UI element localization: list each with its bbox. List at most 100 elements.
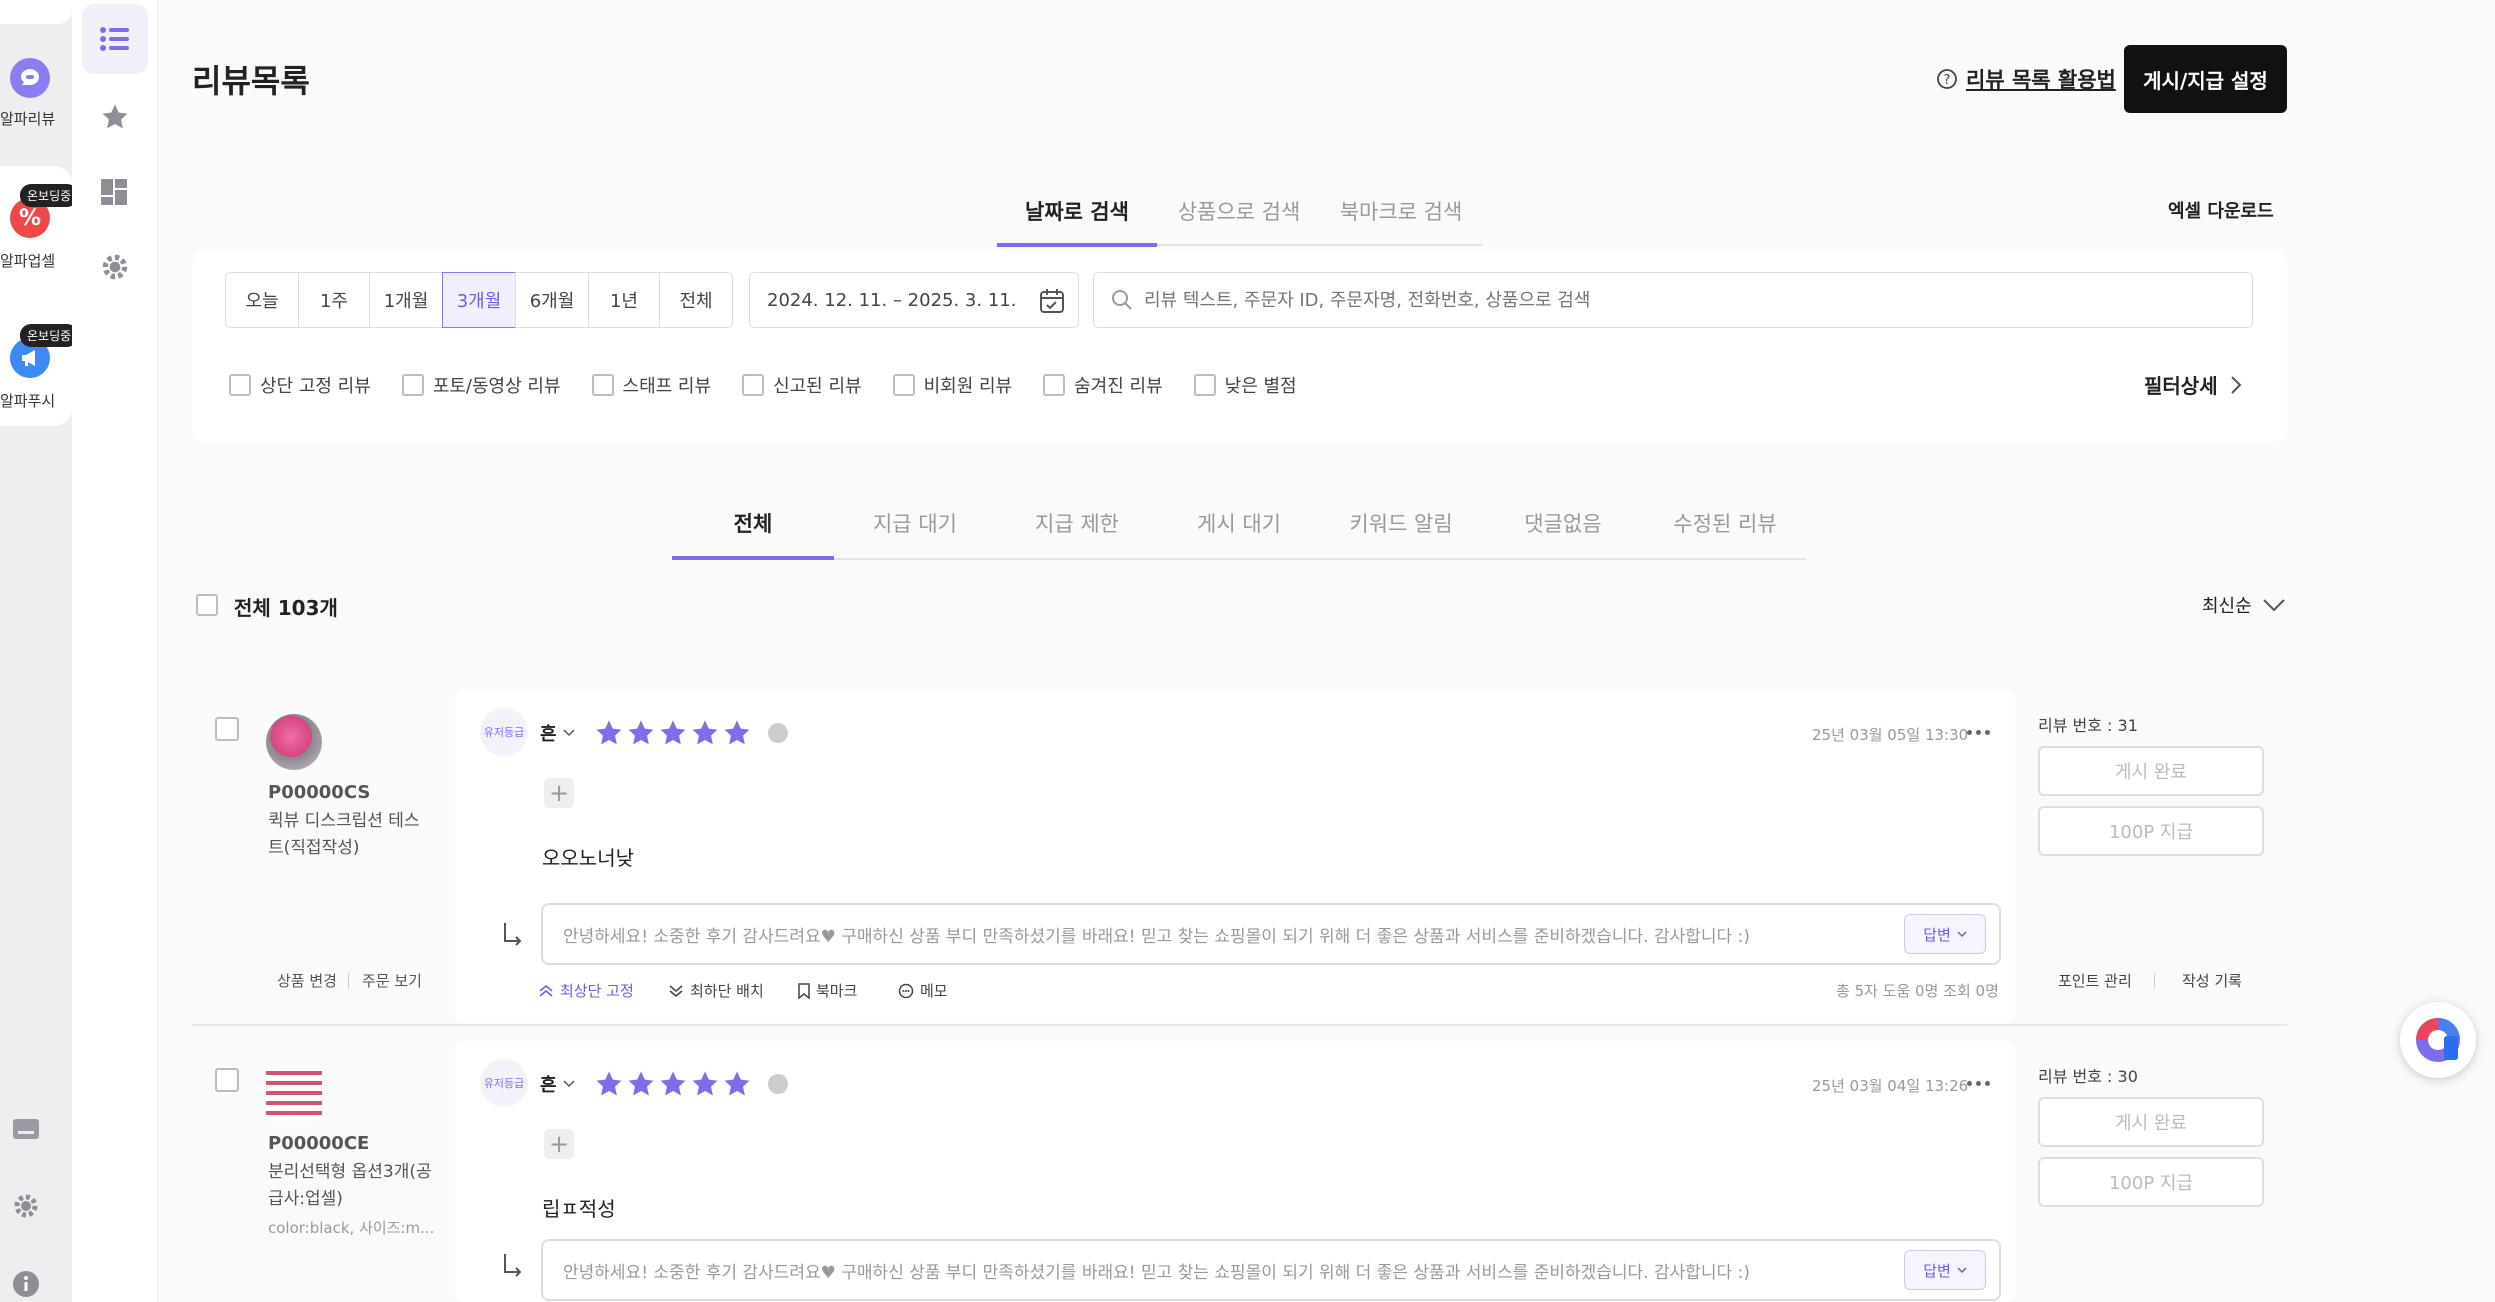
sort-dropdown[interactable]: 최신순 bbox=[2202, 592, 2286, 618]
filter-label: 상단 고정 리뷰 bbox=[260, 376, 371, 397]
action-label: 북마크 bbox=[816, 982, 858, 1000]
point-pay-button[interactable]: 100P 지급 bbox=[2038, 806, 2264, 856]
tab-no-comment[interactable]: 댓글없음 bbox=[1482, 508, 1644, 538]
filter-staff[interactable]: 스태프 리뷰 bbox=[591, 372, 712, 398]
add-media-button[interactable]: + bbox=[544, 1129, 574, 1159]
filter-low-rating[interactable]: 낮은 별점 bbox=[1193, 372, 1297, 398]
reply-input[interactable]: 안녕하세요! 소중한 후기 감사드려요♥ 구매하신 상품 부디 만족하셨기를 바… bbox=[541, 1239, 2001, 1301]
filter-detail-button[interactable]: 필터상세 bbox=[2144, 370, 2242, 399]
point-pay-button[interactable]: 100P 지급 bbox=[2038, 1157, 2264, 1207]
reply-template-button[interactable]: 답변 bbox=[1904, 914, 1986, 954]
period-today[interactable]: 오늘 bbox=[225, 272, 299, 328]
product-name-line: 트(직접작성) bbox=[268, 838, 360, 858]
publish-complete-button[interactable]: 게시 완료 bbox=[2038, 746, 2264, 796]
dashboard-icon[interactable] bbox=[100, 178, 128, 210]
period-6month[interactable]: 6개월 bbox=[515, 272, 589, 328]
rail-item-alpha-review[interactable] bbox=[8, 58, 52, 98]
filter-checkbox-row: 상단 고정 리뷰 포토/동영상 리뷰 스태프 리뷰 신고된 리뷰 비회원 리뷰 … bbox=[229, 372, 1297, 398]
star-icon[interactable] bbox=[100, 102, 130, 136]
reply-template-button[interactable]: 답변 bbox=[1904, 1250, 1986, 1290]
reply-button-label: 답변 bbox=[1923, 1261, 1951, 1280]
tab-all[interactable]: 전체 bbox=[672, 508, 834, 538]
star-icon bbox=[628, 720, 654, 745]
publish-complete-button[interactable]: 게시 완료 bbox=[2038, 1097, 2264, 1147]
filter-label: 비회원 리뷰 bbox=[923, 376, 1013, 397]
info-icon[interactable] bbox=[12, 1270, 40, 1302]
product-thumbnail[interactable] bbox=[266, 1065, 322, 1121]
memo-button[interactable]: 메모 bbox=[898, 980, 948, 1001]
chevron-down-icon bbox=[563, 729, 575, 737]
tab-payment-pending[interactable]: 지급 대기 bbox=[834, 508, 996, 538]
review-select-checkbox[interactable] bbox=[215, 1068, 239, 1092]
checkbox[interactable] bbox=[401, 374, 424, 396]
excel-download-button[interactable]: 엑셀 다운로드 bbox=[2168, 197, 2274, 223]
chevron-down-icon bbox=[1957, 930, 1967, 937]
settings-gear-icon[interactable] bbox=[100, 252, 130, 286]
row-divider bbox=[192, 1024, 2287, 1026]
keyboard-icon[interactable] bbox=[12, 1118, 40, 1144]
period-1month[interactable]: 1개월 bbox=[369, 272, 443, 328]
filter-reported[interactable]: 신고된 리뷰 bbox=[742, 372, 862, 398]
tab-date-search[interactable]: 날짜로 검색 bbox=[997, 196, 1157, 226]
pin-top-button[interactable]: 최상단 고정 bbox=[538, 980, 634, 1001]
review-text: 립ㅍ적성 bbox=[542, 1197, 616, 1221]
comment-indicator-icon bbox=[768, 723, 788, 743]
checkbox[interactable] bbox=[591, 374, 614, 396]
point-manage-link[interactable]: 포인트 관리 bbox=[2058, 970, 2132, 991]
filter-guest[interactable]: 비회원 리뷰 bbox=[892, 372, 1013, 398]
comment-indicator-icon bbox=[768, 1074, 788, 1094]
review-number: 리뷰 번호 : 30 bbox=[2038, 1067, 2138, 1086]
tab-publish-pending[interactable]: 게시 대기 bbox=[1158, 508, 1320, 538]
checkbox[interactable] bbox=[892, 374, 915, 396]
divider bbox=[348, 973, 349, 989]
help-link[interactable]: ? 리뷰 목록 활용법 bbox=[1936, 64, 2116, 94]
review-date: 25년 03월 04일 13:26 bbox=[1812, 1077, 1969, 1095]
view-order-link[interactable]: 주문 보기 bbox=[362, 970, 422, 991]
star-icon bbox=[660, 1071, 686, 1096]
user-grade-badge: 유저등급 bbox=[480, 708, 528, 756]
review-text: 오오노너낮 bbox=[542, 846, 634, 870]
checkbox[interactable] bbox=[1043, 374, 1066, 396]
tab-payment-restricted[interactable]: 지급 제한 bbox=[996, 508, 1158, 538]
period-3month[interactable]: 3개월 bbox=[442, 272, 516, 328]
more-options-icon[interactable] bbox=[1967, 1081, 1990, 1086]
star-rating bbox=[594, 1069, 754, 1099]
write-history-link[interactable]: 작성 기록 bbox=[2182, 970, 2242, 991]
change-product-link[interactable]: 상품 변경 bbox=[277, 970, 337, 991]
checkbox[interactable] bbox=[1193, 374, 1216, 396]
memo-bubble-icon bbox=[898, 983, 914, 998]
chevron-down-icon bbox=[1957, 1266, 1967, 1273]
publish-settings-button[interactable]: 게시/지급 설정 bbox=[2124, 45, 2287, 113]
reply-arrow-icon bbox=[502, 922, 524, 952]
period-1week[interactable]: 1주 bbox=[298, 272, 370, 328]
search-input[interactable] bbox=[1144, 289, 2224, 311]
bookmark-button[interactable]: 북마크 bbox=[798, 980, 857, 1001]
move-bottom-button[interactable]: 최하단 배치 bbox=[668, 980, 764, 1001]
tab-modified[interactable]: 수정된 리뷰 bbox=[1644, 508, 1806, 538]
review-list-nav[interactable] bbox=[82, 4, 148, 74]
status-tab-indicator bbox=[672, 556, 834, 560]
author-dropdown[interactable]: 흔 bbox=[540, 1071, 575, 1097]
filter-hidden[interactable]: 숨겨진 리뷰 bbox=[1043, 372, 1163, 398]
period-1year[interactable]: 1년 bbox=[588, 272, 660, 328]
filter-label: 스태프 리뷰 bbox=[622, 376, 712, 397]
filter-photo-video[interactable]: 포토/동영상 리뷰 bbox=[401, 372, 561, 398]
date-range-picker[interactable]: 2024. 12. 11. – 2025. 3. 11. bbox=[749, 272, 1079, 328]
review-select-checkbox[interactable] bbox=[215, 717, 239, 741]
star-icon bbox=[596, 720, 622, 745]
tab-bookmark-search[interactable]: 북마크로 검색 bbox=[1320, 196, 1482, 226]
select-all-checkbox[interactable] bbox=[196, 594, 218, 616]
floating-assistant-button[interactable] bbox=[2400, 1002, 2476, 1078]
filter-pinned[interactable]: 상단 고정 리뷰 bbox=[229, 372, 371, 398]
tab-keyword-alert[interactable]: 키워드 알림 bbox=[1320, 508, 1482, 538]
gear-icon[interactable] bbox=[12, 1192, 40, 1224]
reply-input[interactable]: 안녕하세요! 소중한 후기 감사드려요♥ 구매하신 상품 부디 만족하셨기를 바… bbox=[541, 903, 2001, 965]
add-media-button[interactable]: + bbox=[544, 778, 574, 808]
tab-product-search[interactable]: 상품으로 검색 bbox=[1158, 196, 1320, 226]
product-thumbnail[interactable] bbox=[266, 714, 322, 770]
period-all[interactable]: 전체 bbox=[659, 272, 733, 328]
more-options-icon[interactable] bbox=[1967, 730, 1990, 735]
author-dropdown[interactable]: 흔 bbox=[540, 720, 575, 746]
checkbox[interactable] bbox=[742, 374, 765, 396]
checkbox[interactable] bbox=[229, 374, 251, 396]
